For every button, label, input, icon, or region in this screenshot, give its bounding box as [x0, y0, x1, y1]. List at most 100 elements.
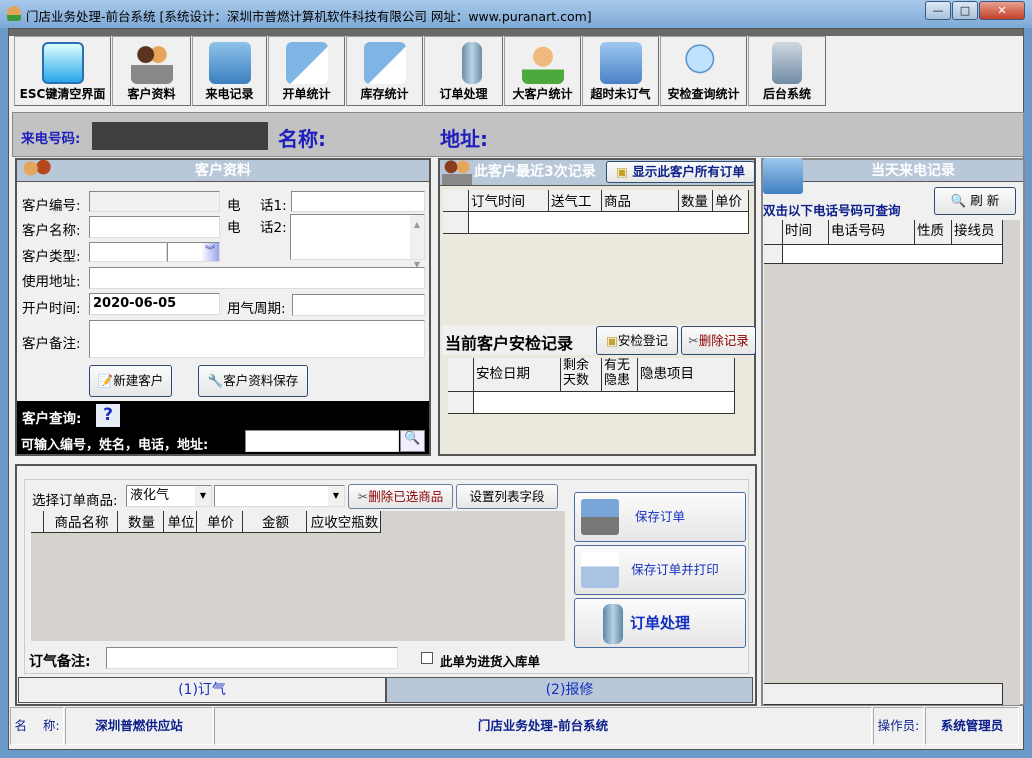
- search-input[interactable]: [245, 430, 399, 452]
- open-date-label: 开户时间:: [22, 301, 81, 317]
- phone2-label-b: 话2:: [260, 220, 287, 236]
- toolbar-stock-stats-button[interactable]: 库存统计: [346, 36, 423, 106]
- address-field[interactable]: [89, 267, 425, 289]
- recent-table: 订气时间 送气工 商品 数量 单价: [443, 190, 749, 235]
- title-bar: 门店业务处理-前台系统 [系统设计：深圳市普燃计算机软件科技有限公司 网址：ww…: [0, 0, 1032, 28]
- open-date-field[interactable]: 2020-06-05: [89, 293, 220, 315]
- phone1-field[interactable]: [291, 191, 425, 212]
- customer-name-label: 客户名称:: [22, 223, 81, 239]
- phone-icon: [763, 158, 803, 194]
- stock-checkbox[interactable]: [421, 652, 433, 664]
- calls-table: 时间 电话号码 性质 接线员: [764, 220, 1020, 705]
- product-spec-select[interactable]: ▼: [214, 485, 345, 507]
- toolbar-order-button[interactable]: 订单处理: [424, 36, 503, 106]
- cycle-field[interactable]: [292, 294, 425, 316]
- save-icon: [581, 499, 619, 535]
- toolbar-customer-button[interactable]: 客户资料: [112, 36, 191, 106]
- product-label: 选择订单商品:: [32, 493, 118, 509]
- column-header: 数量: [118, 511, 164, 533]
- edit-icon: 📝: [97, 373, 114, 388]
- customer-type-dropdown[interactable]: ︾: [167, 242, 220, 262]
- toolbar-billing-stats-button[interactable]: 开单统计: [268, 36, 345, 106]
- scissors-icon: ✂: [357, 489, 369, 504]
- toolbar-calls-button[interactable]: 来电记录: [192, 36, 267, 106]
- user-icon: [521, 42, 564, 84]
- column-header: 商品: [602, 190, 679, 212]
- column-header: 数量: [679, 190, 713, 212]
- delete-record-button[interactable]: ✂删除记录: [681, 326, 756, 355]
- new-customer-button[interactable]: 📝新建客户: [89, 365, 172, 397]
- table-row[interactable]: [783, 245, 1003, 264]
- show-all-orders-button[interactable]: ▣ 显示此客户所有订单: [606, 161, 755, 183]
- status-operator-value: 系统管理员: [925, 707, 1019, 745]
- table-row[interactable]: [474, 392, 735, 414]
- calculator-icon: [363, 42, 406, 84]
- app-icon: [7, 6, 21, 21]
- phone1-label-a: 电: [227, 198, 241, 214]
- toolbar-overdue-button[interactable]: 超时未订气: [582, 36, 659, 106]
- order-note-field[interactable]: [106, 647, 398, 669]
- cycle-label: 用气周期:: [227, 301, 286, 317]
- network-icon: [772, 42, 802, 84]
- close-button[interactable]: ✕: [979, 1, 1025, 20]
- process-order-button[interactable]: 订单处理: [574, 598, 746, 648]
- column-header: 商品名称: [44, 511, 118, 533]
- product-select[interactable]: 液化气 ▼: [126, 485, 212, 507]
- column-header: 性质: [915, 220, 952, 245]
- order-items-table: 商品名称 数量 单位 单价 金额 应收空瓶数: [31, 511, 565, 641]
- column-header: 单位: [164, 511, 197, 533]
- address-label: 使用地址:: [22, 274, 81, 290]
- customer-note-field[interactable]: [89, 320, 425, 358]
- toolbar-clear-button[interactable]: ESC键清空界面: [14, 36, 111, 106]
- printer-icon: [581, 552, 619, 588]
- customer-type-field[interactable]: [89, 242, 167, 262]
- status-bar: 名 称: 深圳普燃供应站 门店业务处理-前台系统 操作员: 系统管理员: [9, 707, 1023, 748]
- divider: [9, 29, 1023, 36]
- tab-order[interactable]: (1)订气: [18, 677, 386, 703]
- save-customer-button[interactable]: 🔧客户资料保存: [198, 365, 308, 397]
- phone2-field[interactable]: ▲ ▼: [290, 214, 425, 269]
- window-title: 门店业务处理-前台系统 [系统设计：深圳市普燃计算机软件科技有限公司 网址：ww…: [26, 9, 592, 24]
- safety-title: 当前客户安检记录: [445, 334, 574, 353]
- column-header: 电话号码: [829, 220, 915, 245]
- search-button[interactable]: 🔍: [400, 430, 425, 452]
- maximize-button[interactable]: □: [952, 1, 978, 20]
- customer-name-field[interactable]: [89, 216, 220, 238]
- toolbar-safety-query-button[interactable]: 安检查询统计: [660, 36, 747, 106]
- gas-cylinder-icon: [461, 42, 482, 84]
- magnifier-icon: [682, 42, 725, 84]
- set-columns-button[interactable]: 设置列表字段: [456, 484, 558, 509]
- status-app-name: 门店业务处理-前台系统: [214, 707, 872, 745]
- calculator-icon: [285, 42, 328, 84]
- phone1-label-b: 话1:: [260, 198, 287, 214]
- caller-phone-field[interactable]: [92, 122, 268, 150]
- search-label: 可输入编号，姓名，电话，地址:: [21, 438, 209, 453]
- save-print-order-button[interactable]: 保存订单并打印: [574, 545, 746, 595]
- status-name-value: 深圳普燃供应站: [65, 707, 213, 745]
- delete-selected-button[interactable]: ✂删除已选商品: [348, 484, 453, 509]
- order-note-label: 订气备注:: [29, 654, 91, 670]
- customer-panel-title: 客户资料: [17, 160, 429, 182]
- caller-bar: 来电号码: 名称: 地址:: [12, 112, 1024, 157]
- help-button[interactable]: ?: [96, 404, 120, 427]
- note-label: 客户备注:: [22, 336, 81, 352]
- toolbar-backend-button[interactable]: 后台系统: [748, 36, 826, 106]
- save-order-button[interactable]: 保存订单: [574, 492, 746, 542]
- column-header: 单价: [713, 190, 749, 212]
- folder-icon: ▣: [616, 164, 628, 179]
- refresh-button[interactable]: 🔍 刷 新: [934, 187, 1016, 215]
- customer-id-field[interactable]: [89, 191, 220, 212]
- minimize-button[interactable]: —: [925, 1, 951, 20]
- scissors-icon: ✂: [688, 333, 699, 348]
- safety-register-button[interactable]: ▣安检登记: [596, 326, 678, 355]
- scrollbar[interactable]: ▲ ▼: [410, 215, 424, 269]
- tab-repair[interactable]: (2)报修: [386, 677, 753, 703]
- customer-id-label: 客户编号:: [22, 198, 81, 214]
- order-panel: 选择订单商品: 液化气 ▼ ▼ ✂删除已选商品 设置列表字段 商品名称 数量 单位…: [15, 464, 757, 706]
- caller-phone-label: 来电号码:: [21, 131, 81, 147]
- column-header: 应收空瓶数: [307, 511, 381, 533]
- toolbar-vip-stats-button[interactable]: 大客户统计: [504, 36, 581, 106]
- table-row[interactable]: [469, 212, 749, 234]
- calls-hint: 双击以下电话号码可查询: [763, 203, 901, 218]
- calls-panel: 当天来电记录 双击以下电话号码可查询 🔍 刷 新 时间 电话号码 性质 接线员: [761, 158, 1025, 706]
